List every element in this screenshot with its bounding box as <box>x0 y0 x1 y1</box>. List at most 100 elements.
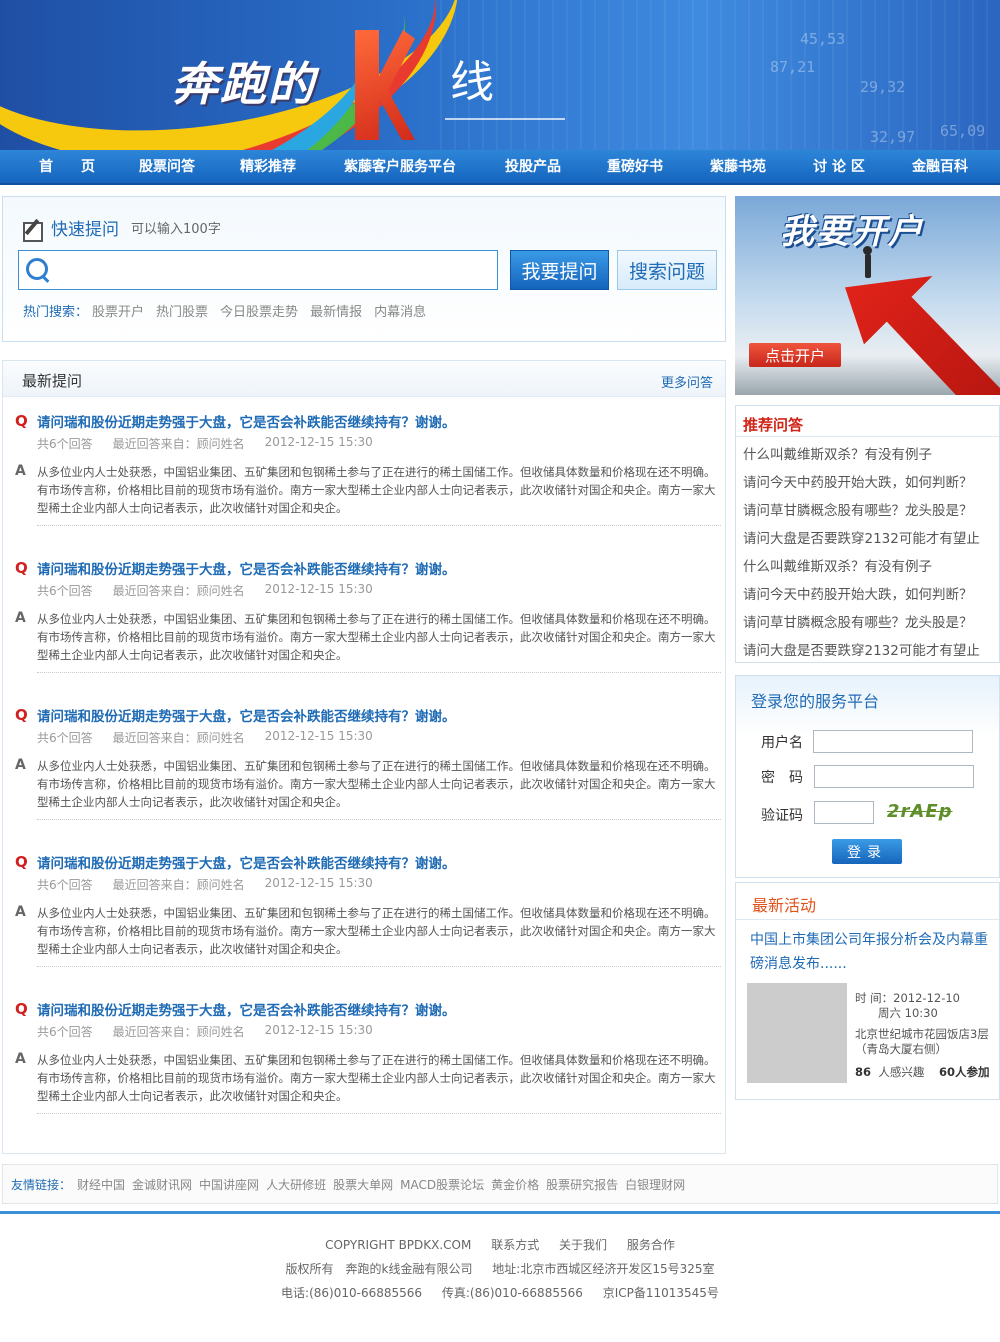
password-input[interactable] <box>814 765 974 788</box>
captcha-label: 验证码 <box>761 808 803 824</box>
interested-label: 人感兴趣 <box>878 1065 925 1079</box>
nav-item-bookstore[interactable]: 紫藤书苑 <box>707 150 769 185</box>
person-figure <box>863 246 872 278</box>
friend-link[interactable]: 白银理财网 <box>625 1176 685 1193</box>
ticker-number: 87,21 <box>770 58 816 76</box>
hot-keyword[interactable]: 热门股票 <box>156 301 208 320</box>
friend-link[interactable]: 财经中国 <box>77 1176 125 1193</box>
answer-time: 2012-12-15 15:30 <box>264 876 373 890</box>
quick-ask-title: 快速提问 <box>51 220 119 240</box>
answer-text: 从多位业内人士处获悉，中国铝业集团、五矿集团和包钢稀土参与了正在进行的稀土国储工… <box>37 465 716 515</box>
open-account-button[interactable]: 点击开户 <box>749 343 841 367</box>
nav-item-forum[interactable]: 讨 论 区 <box>808 150 870 185</box>
footer-fax: 传真:(86)010-66885566 <box>441 1286 583 1300</box>
footer-link-about[interactable]: 关于我们 <box>559 1238 607 1252</box>
question-title-link[interactable]: 请问瑞和股份近期走势强于大盘，它是否会补跌能否继续持有？谢谢。 <box>37 705 456 725</box>
answer-from: 最近回答来自：顾问姓名 <box>112 731 245 745</box>
nav-item-products[interactable]: 投股产品 <box>501 150 565 185</box>
search-question-button[interactable]: 搜索问题 <box>617 250 717 290</box>
divider <box>37 966 721 967</box>
friend-links-bar: 友情链接： 财经中国 金诚财讯网 中国讲座网 人大研修班 股票大单网 MACD股… <box>2 1164 998 1204</box>
login-title: 登录您的服务平台 <box>751 692 880 711</box>
friend-link[interactable]: 股票研究报告 <box>546 1176 618 1193</box>
friend-links-label: 友情链接： <box>11 1177 72 1192</box>
footer-company-row: 版权所有 奔跑的k线金融有限公司 地址:北京市西城区经济开发区15号325室 <box>0 1260 1000 1277</box>
footer-copyright: COPYRIGHT BPDKX.COM <box>325 1238 472 1252</box>
recommended-qa-item[interactable]: 请问草甘膦概念股有哪些？龙头股是？ <box>743 499 973 519</box>
logo-underline <box>445 118 565 120</box>
rising-arrow-graphic <box>845 276 1000 395</box>
hot-search-label: 热门搜索： <box>23 305 89 320</box>
question-mark-icon: Q <box>15 559 28 577</box>
activity-headline-link[interactable]: 中国上市集团公司年报分析会及内幕重磅消息发布...... <box>750 928 988 976</box>
divider <box>37 672 721 673</box>
friend-link[interactable]: 黄金价格 <box>491 1176 539 1193</box>
friend-link[interactable]: 股票大单网 <box>333 1176 393 1193</box>
joined-count: 60人参加 <box>938 1065 990 1079</box>
username-label: 用户名 <box>761 735 803 751</box>
more-qa-link[interactable]: 更多问答 <box>661 372 713 391</box>
username-input[interactable] <box>813 730 973 753</box>
nav-item-featured[interactable]: 精彩推荐 <box>238 150 298 185</box>
open-account-headline: 我要开户 <box>780 212 924 252</box>
recommended-qa-item[interactable]: 请问今天中药股开始大跌，如何判断？ <box>743 583 973 603</box>
question-item: Q 请问瑞和股份近期走势强于大盘，它是否会补跌能否继续持有？谢谢。 共6个回答 最近… <box>15 411 721 526</box>
friend-link[interactable]: 金诚财讯网 <box>132 1176 192 1193</box>
ticker-number: 32,97 <box>870 128 916 146</box>
login-panel: 登录您的服务平台 用户名 密 码 验证码 2rAEp 登录 <box>735 675 1000 878</box>
friend-link[interactable]: MACD股票论坛 <box>400 1176 484 1193</box>
activity-venue: 北京世纪城市花园饭店3层（青岛大厦右侧） <box>855 1027 989 1056</box>
recommended-qa-item[interactable]: 请问草甘膦概念股有哪些？龙头股是？ <box>743 611 973 631</box>
open-account-banner[interactable]: 我要开户 点击开户 <box>735 196 1000 395</box>
divider <box>736 436 999 437</box>
hot-keyword[interactable]: 今日股票走势 <box>220 301 298 320</box>
recommended-qa-item[interactable]: 请问大盘是否要跌穿2132可能才有望止 <box>743 527 980 547</box>
quick-ask-header: 快速提问 可以输入100字 <box>21 215 221 242</box>
quick-ask-hint: 可以输入100字 <box>131 222 221 237</box>
recommended-qa-panel: 推荐问答 什么叫戴维斯双杀？有没有例子 请问今天中药股开始大跌，如何判断？ 请问… <box>735 405 1000 663</box>
nav-item-stock-qa[interactable]: 股票问答 <box>136 150 198 185</box>
footer-link-contact[interactable]: 联系方式 <box>491 1238 539 1252</box>
question-title-link[interactable]: 请问瑞和股份近期走势强于大盘，它是否会补跌能否继续持有？谢谢。 <box>37 852 456 872</box>
answer-count: 共6个回答 <box>37 878 93 892</box>
question-item: Q 请问瑞和股份近期走势强于大盘，它是否会补跌能否继续持有？谢谢。 共6个回答 最近… <box>15 999 721 1114</box>
nav-item-wiki[interactable]: 金融百科 <box>908 150 972 185</box>
footer: COPYRIGHT BPDKX.COM 联系方式 关于我们 服务合作 版权所有 … <box>0 1211 1000 1342</box>
answer-time: 2012-12-15 15:30 <box>264 729 373 743</box>
nav-item-books[interactable]: 重磅好书 <box>604 150 666 185</box>
recommended-qa-item[interactable]: 请问大盘是否要跌穿2132可能才有望止 <box>743 639 980 659</box>
captcha-input[interactable] <box>814 801 874 824</box>
ask-question-button[interactable]: 我要提问 <box>510 250 609 290</box>
recommended-qa-item[interactable]: 请问今天中药股开始大跌，如何判断？ <box>743 471 973 491</box>
ticker-number: 65,09 <box>940 122 986 140</box>
interested-count: 86 <box>855 1065 872 1079</box>
nav-item-service-platform[interactable]: 紫藤客户服务平台 <box>337 150 463 185</box>
answer-text: 从多位业内人士处获悉，中国铝业集团、五矿集团和包钢稀土参与了正在进行的稀土国储工… <box>37 906 716 956</box>
answer-time: 2012-12-15 15:30 <box>264 582 373 596</box>
activity-image-placeholder[interactable] <box>747 983 847 1083</box>
hot-keyword[interactable]: 股票开户 <box>92 301 144 320</box>
recommended-qa-item[interactable]: 什么叫戴维斯双杀？有没有例子 <box>743 443 932 463</box>
site-logo-text: 奔跑的 <box>172 57 316 111</box>
latest-questions-header: 最新提问 更多问答 <box>3 361 725 397</box>
login-button[interactable]: 登录 <box>832 839 902 864</box>
captcha-image[interactable]: 2rAEp <box>887 801 953 822</box>
nav-item-home[interactable]: 首 页 <box>38 150 96 185</box>
question-title-link[interactable]: 请问瑞和股份近期走势强于大盘，它是否会补跌能否继续持有？谢谢。 <box>37 999 456 1019</box>
hot-search: 热门搜索： 股票开户 热门股票 今日股票走势 最新情报 内幕消息 <box>23 301 438 320</box>
hot-keyword[interactable]: 内幕消息 <box>374 301 426 320</box>
question-title-link[interactable]: 请问瑞和股份近期走势强于大盘，它是否会补跌能否继续持有？谢谢。 <box>37 411 456 431</box>
friend-link[interactable]: 人大研修班 <box>266 1176 326 1193</box>
latest-questions-panel: 最新提问 更多问答 Q 请问瑞和股份近期走势强于大盘，它是否会补跌能否继续持有？谢… <box>2 360 726 1154</box>
question-input[interactable] <box>59 255 491 285</box>
question-search-box <box>18 250 498 290</box>
ticker-number: 29,32 <box>860 78 906 96</box>
footer-links-row: COPYRIGHT BPDKX.COM 联系方式 关于我们 服务合作 <box>0 1236 1000 1253</box>
activity-time-row: 时 间：2012-12-10 <box>855 991 960 1006</box>
question-title-link[interactable]: 请问瑞和股份近期走势强于大盘，它是否会补跌能否继续持有？谢谢。 <box>37 558 456 578</box>
friend-link[interactable]: 中国讲座网 <box>199 1176 259 1193</box>
hot-keyword[interactable]: 最新情报 <box>310 301 362 320</box>
search-icon <box>25 257 51 283</box>
footer-link-cooperation[interactable]: 服务合作 <box>627 1238 675 1252</box>
recommended-qa-item[interactable]: 什么叫戴维斯双杀？有没有例子 <box>743 555 932 575</box>
